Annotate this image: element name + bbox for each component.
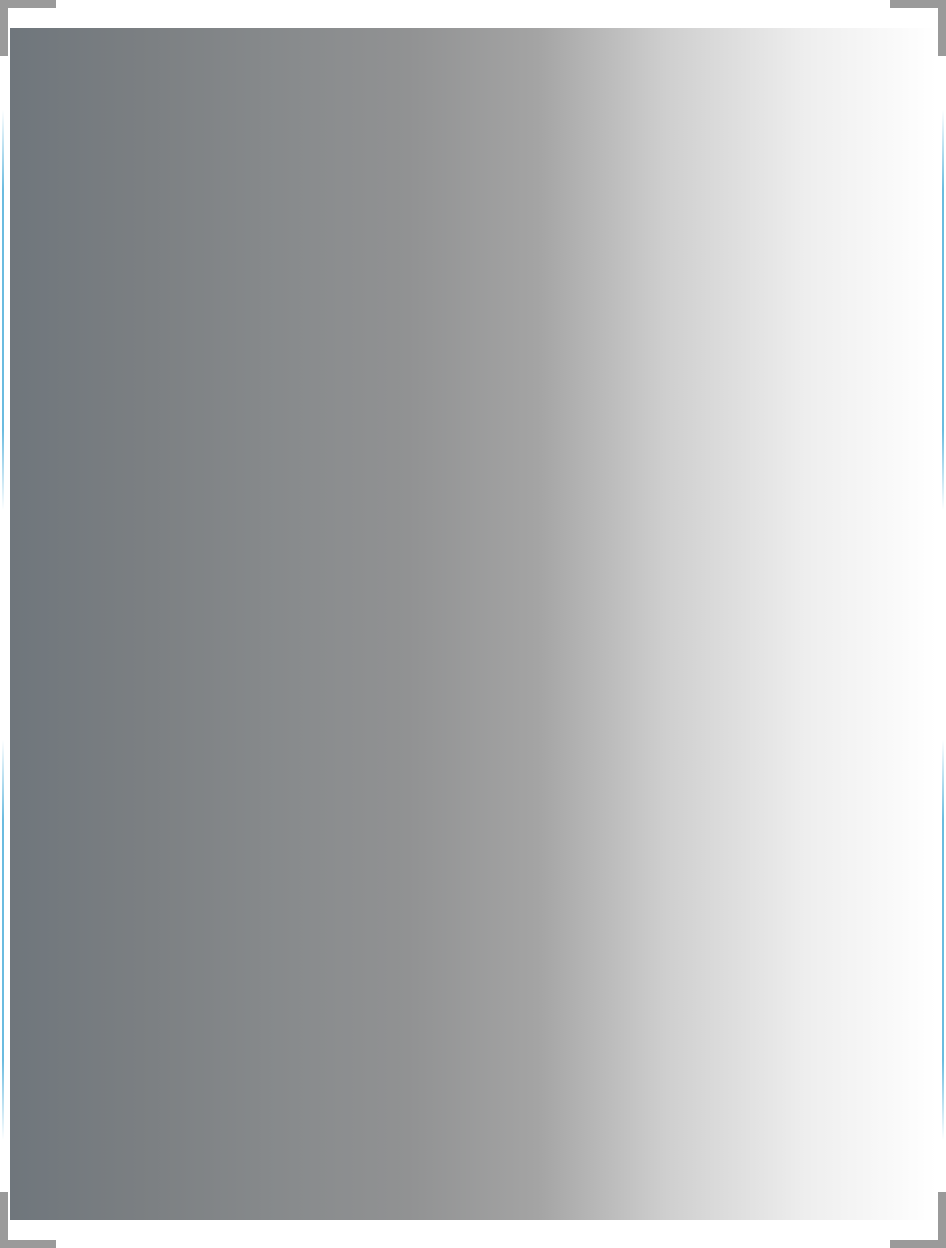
corner-bracket-top-right-vertical xyxy=(938,0,946,56)
corner-bracket-top-left xyxy=(0,0,56,8)
corner-bracket-top-left-vertical xyxy=(0,0,8,56)
right-edge-line-lower xyxy=(942,740,944,1140)
right-edge-line-upper xyxy=(942,110,944,510)
page xyxy=(0,0,946,1248)
corner-bracket-bottom-right-vertical xyxy=(938,1192,946,1248)
corner-bracket-bottom-left-vertical xyxy=(0,1192,8,1248)
left-edge-line-upper xyxy=(2,110,4,510)
gradient-panel xyxy=(10,28,936,1220)
corner-bracket-bottom-left xyxy=(0,1240,56,1248)
left-edge-line-lower xyxy=(2,740,4,1140)
